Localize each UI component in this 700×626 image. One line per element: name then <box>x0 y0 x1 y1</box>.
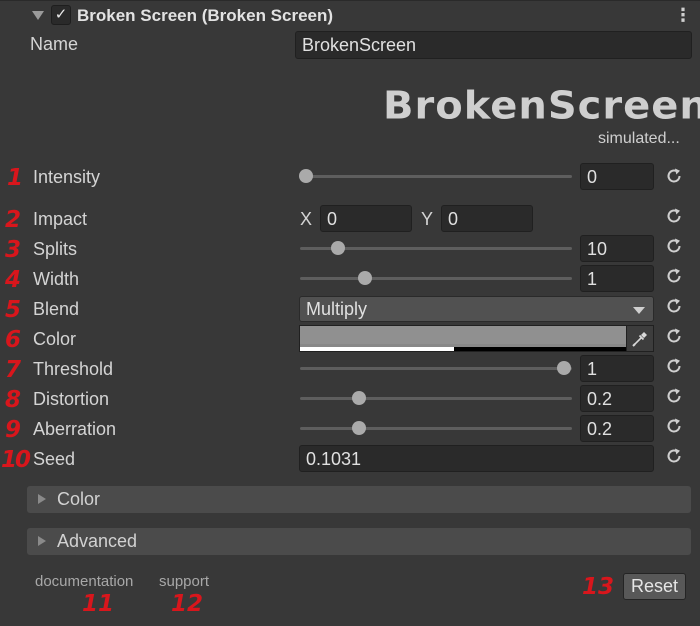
chevron-right-icon <box>38 536 46 546</box>
aberration-slider-thumb[interactable] <box>352 421 367 435</box>
reset-blend-icon[interactable] <box>664 296 684 316</box>
threshold-label: Threshold <box>33 359 114 379</box>
broken-screen-inspector-panel: ✓ Broken Screen (Broken Screen) ⋮ Name B… <box>0 0 700 626</box>
annotation-1: 1 <box>7 165 24 191</box>
reset-distortion-icon[interactable] <box>664 386 684 406</box>
eyedropper-icon <box>632 332 647 347</box>
impact-x-label: X <box>300 209 313 229</box>
intensity-label: Intensity <box>33 167 101 187</box>
annotation-10: 10 <box>1 447 31 473</box>
annotation-13: 13 <box>582 574 615 600</box>
threshold-slider-thumb[interactable] <box>557 361 571 375</box>
width-slider-thumb[interactable] <box>357 271 372 285</box>
annotation-6: 6 <box>5 327 22 353</box>
splits-input[interactable]: 10 <box>580 235 654 262</box>
reset-color-icon[interactable] <box>664 326 684 346</box>
color-foldout-label: Color <box>57 489 101 509</box>
blend-dropdown[interactable]: Multiply <box>299 296 654 322</box>
eyedropper-button[interactable] <box>626 326 653 351</box>
annotation-12: 12 <box>171 591 204 617</box>
intensity-slider-thumb[interactable] <box>299 169 313 183</box>
threshold-input[interactable]: 1 <box>580 355 654 382</box>
annotation-8: 8 <box>5 387 22 413</box>
width-slider-track[interactable] <box>300 277 572 280</box>
chevron-down-icon <box>633 307 645 314</box>
panel-top-border <box>0 0 700 1</box>
kebab-menu-icon[interactable]: ⋮ <box>674 4 692 26</box>
reset-width-icon[interactable] <box>664 266 684 286</box>
impact-y-label: Y <box>421 209 434 229</box>
enabled-checkbox[interactable]: ✓ <box>51 5 71 25</box>
reset-splits-icon[interactable] <box>664 236 684 256</box>
distortion-label: Distortion <box>33 389 110 409</box>
width-label: Width <box>33 269 80 289</box>
aberration-label: Aberration <box>33 419 117 439</box>
reset-impact-icon[interactable] <box>664 206 684 226</box>
annotation-11: 11 <box>82 591 115 617</box>
color-label: Color <box>33 329 77 349</box>
seed-input[interactable]: 0.1031 <box>299 445 654 472</box>
advanced-foldout[interactable]: Advanced <box>27 528 691 555</box>
annotation-2: 2 <box>5 207 22 233</box>
seed-label: Seed <box>33 449 76 469</box>
brokenscreen-logo: BrokenScreen <box>383 84 700 128</box>
collapse-arrow-icon[interactable] <box>32 11 44 20</box>
alpha-bar-empty <box>454 347 627 351</box>
impact-label: Impact <box>33 209 88 229</box>
name-label: Name <box>30 34 79 54</box>
alpha-bar-filled <box>300 347 454 351</box>
width-input[interactable]: 1 <box>580 265 654 292</box>
distortion-input[interactable]: 0.2 <box>580 385 654 412</box>
annotation-9: 9 <box>5 417 22 443</box>
impact-x-input[interactable]: 0 <box>320 205 412 232</box>
blend-selected-value: Multiply <box>306 299 368 319</box>
distortion-slider-thumb[interactable] <box>352 391 367 405</box>
documentation-link[interactable]: documentation <box>35 573 133 590</box>
splits-label: Splits <box>33 239 78 259</box>
color-swatch[interactable] <box>300 326 627 344</box>
reset-button[interactable]: Reset <box>623 573 686 600</box>
advanced-foldout-label: Advanced <box>57 531 138 551</box>
distortion-slider-track[interactable] <box>300 397 572 400</box>
intensity-slider-track[interactable] <box>300 175 572 178</box>
intensity-input[interactable]: 0 <box>580 163 654 190</box>
impact-y-input[interactable]: 0 <box>441 205 533 232</box>
aberration-slider-track[interactable] <box>300 427 572 430</box>
annotation-5: 5 <box>5 297 22 323</box>
reset-aberration-icon[interactable] <box>664 416 684 436</box>
color-foldout[interactable]: Color <box>27 486 691 513</box>
reset-intensity-icon[interactable] <box>664 166 684 186</box>
chevron-right-icon <box>38 494 46 504</box>
annotation-4: 4 <box>5 267 22 293</box>
annotation-7: 7 <box>5 357 22 383</box>
threshold-slider-track[interactable] <box>300 367 572 370</box>
component-title: Broken Screen (Broken Screen) <box>77 6 334 25</box>
name-input[interactable]: BrokenScreen <box>295 31 692 59</box>
support-link[interactable]: support <box>159 573 209 590</box>
color-field[interactable] <box>299 325 654 352</box>
reset-threshold-icon[interactable] <box>664 356 684 376</box>
reset-seed-icon[interactable] <box>664 446 684 466</box>
annotation-3: 3 <box>5 237 22 263</box>
splits-slider-thumb[interactable] <box>330 241 345 255</box>
blend-label: Blend <box>33 299 80 319</box>
simulated-status: simulated... <box>598 130 680 147</box>
aberration-input[interactable]: 0.2 <box>580 415 654 442</box>
